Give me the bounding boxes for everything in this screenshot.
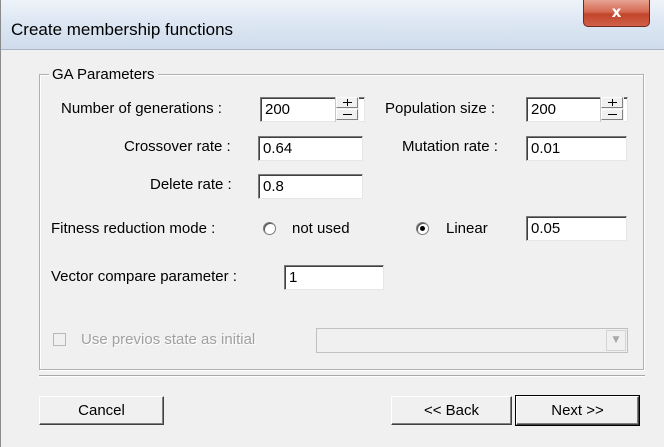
radio-linear-label[interactable]: Linear [446, 220, 488, 237]
vector-compare-value: 1 [289, 269, 298, 286]
crossover-value: 0.64 [263, 140, 293, 157]
delete-field[interactable]: 0.8 [258, 174, 363, 199]
next-button[interactable]: Next >> [515, 395, 640, 426]
chevron-down-icon[interactable]: ▼ [606, 330, 626, 351]
linear-value-field[interactable]: 0.05 [526, 216, 627, 241]
cancel-button[interactable]: Cancel [39, 396, 164, 425]
delete-value: 0.8 [263, 178, 284, 195]
previous-state-combo[interactable]: ▼ [316, 328, 628, 353]
close-icon: x [611, 3, 622, 21]
generations-label: Number of generations : [61, 100, 222, 117]
radio-not-used[interactable] [263, 222, 276, 235]
generations-value: 200 [265, 101, 291, 118]
plus-icon[interactable] [336, 97, 358, 108]
fitness-label: Fitness reduction mode : [51, 220, 216, 237]
plus-icon[interactable] [601, 97, 623, 108]
population-label: Population size : [385, 100, 496, 117]
dialog-window: Create membership functions x GA Paramet… [0, 0, 664, 447]
separator [39, 375, 645, 377]
linear-value: 0.05 [531, 220, 561, 237]
population-spin-buttons[interactable] [600, 97, 624, 122]
minus-icon[interactable] [601, 109, 623, 120]
mutation-field[interactable]: 0.01 [526, 136, 627, 161]
ga-parameters-legend: GA Parameters [49, 66, 158, 83]
mutation-label: Mutation rate : [402, 138, 498, 155]
population-value: 200 [531, 101, 557, 118]
vector-compare-field[interactable]: 1 [284, 265, 384, 290]
radio-not-used-label[interactable]: not used [292, 220, 350, 237]
radio-linear[interactable] [416, 222, 429, 235]
generations-spin-buttons[interactable] [335, 97, 359, 122]
window-title: Create membership functions [11, 20, 234, 39]
close-button[interactable]: x [583, 0, 650, 27]
minus-icon[interactable] [336, 109, 358, 120]
title-bar[interactable]: Create membership functions x [1, 0, 664, 50]
dialog-content: GA Parameters Number of generations : 20… [1, 50, 664, 447]
crossover-field[interactable]: 0.64 [258, 136, 363, 161]
use-previous-state-checkbox[interactable] [53, 333, 66, 346]
back-button[interactable]: << Back [391, 396, 512, 425]
crossover-label: Crossover rate : [124, 138, 231, 155]
vector-compare-label: Vector compare parameter : [51, 268, 237, 285]
delete-label: Delete rate : [150, 176, 232, 193]
mutation-value: 0.01 [531, 140, 561, 157]
use-previous-state-label: Use previos state as initial [81, 331, 256, 348]
